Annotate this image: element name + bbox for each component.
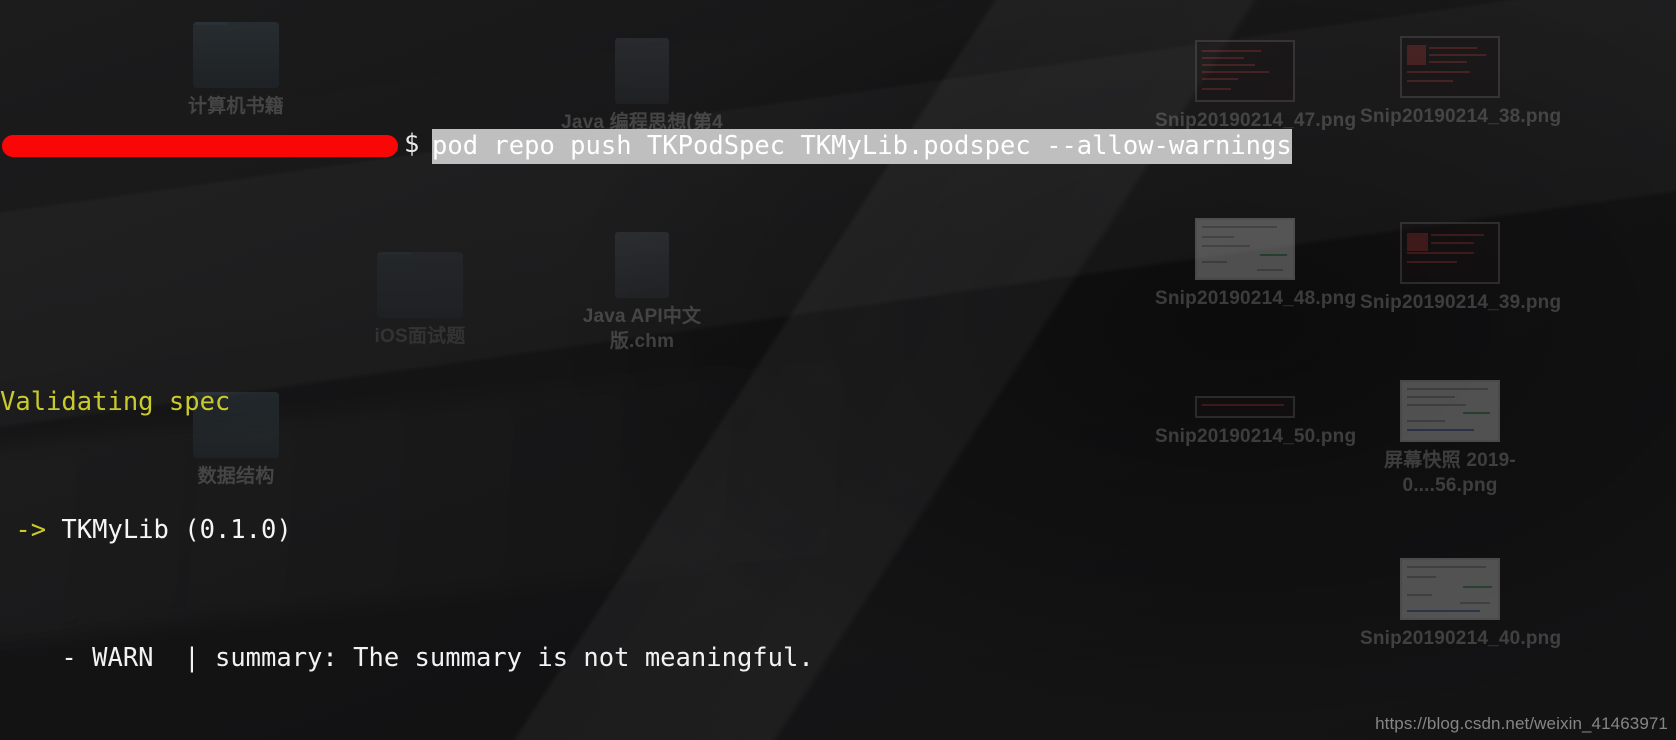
spec-line: -> TKMyLib (0.1.0) [0, 515, 292, 545]
prompt-dollar: $ [404, 129, 420, 159]
csdn-watermark: https://blog.csdn.net/weixin_41463971 [1375, 714, 1668, 733]
validating-header: Validating spec [0, 387, 231, 417]
terminal-output[interactable]: $ pod repo push TKPodSpec TKMyLib.podspe… [0, 0, 1676, 740]
prompt-line: $ pod repo push TKPodSpec TKMyLib.podspe… [0, 128, 1676, 164]
message-line: - WARN | summary: The summary is not mea… [0, 643, 814, 673]
terminal-window[interactable]: 计算机书籍 Java 编程思想(第4版).pdf Java API中文版.chm… [0, 0, 1676, 740]
command-input[interactable]: pod repo push TKPodSpec TKMyLib.podspec … [432, 129, 1292, 164]
redaction-bar-prompt [2, 135, 398, 157]
